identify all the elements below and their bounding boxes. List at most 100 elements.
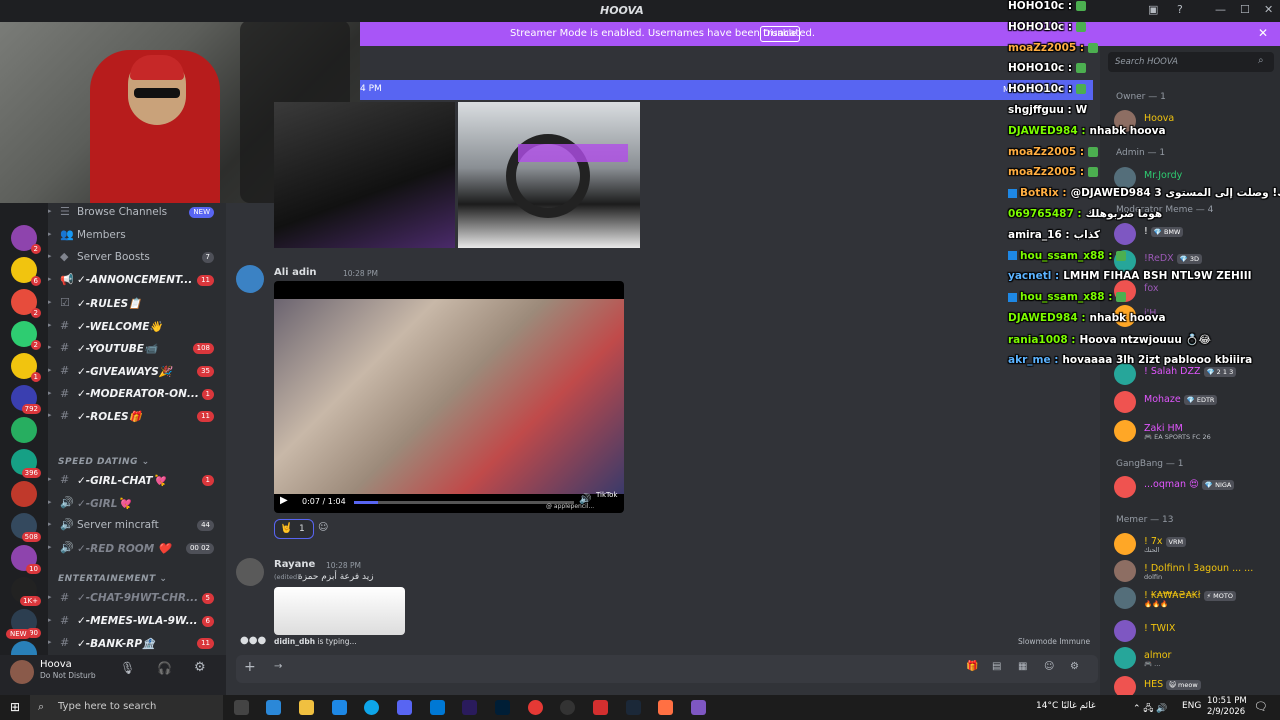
channel-item[interactable]: ▸ # ✓-BANK-RP🏦 11	[48, 634, 226, 654]
server-icon[interactable]: 6	[11, 257, 41, 286]
task-view-icon[interactable]	[234, 700, 249, 715]
microphone-icon[interactable]: 🎙	[120, 661, 135, 675]
app-launcher-icon[interactable]: →	[274, 661, 282, 672]
member-item[interactable]: ! ₭₳₩₳₴₳₭ł ⚡ MOTO 🔥🔥🔥	[1114, 587, 1274, 609]
search-box[interactable]: Search HOOVA ⌕	[1108, 52, 1274, 72]
reaction-button[interactable]: 🤘 1	[274, 519, 314, 539]
member-item[interactable]: ...oqman 😍 💎 NIGA	[1114, 476, 1274, 498]
channel-item[interactable]: ▸ 📢 ✓-ANNONCEMENT... 11	[48, 271, 226, 291]
add-attachment-icon[interactable]: +	[244, 659, 256, 675]
settings-gear-icon[interactable]: ⚙	[194, 660, 206, 675]
gif-icon[interactable]: ▤	[992, 661, 1001, 672]
discord-taskbar-icon[interactable]	[397, 700, 412, 715]
channel-item[interactable]: ▸ # ✓-GIVEAWAYS🎉 35	[48, 362, 226, 382]
outlook-icon[interactable]	[430, 700, 445, 715]
premiere-icon[interactable]	[462, 700, 477, 715]
message-input[interactable]: + → 🎁 ▤ ▦ ☺ ⚙	[236, 655, 1098, 683]
server-icon[interactable]: 508	[11, 513, 41, 542]
server-icon[interactable]: 2	[11, 289, 41, 318]
server-icon[interactable]	[11, 481, 37, 507]
windows-start-icon[interactable]: ⊞	[10, 700, 20, 714]
new-messages-bar[interactable]: 4 PM Mark As Read	[360, 80, 1093, 100]
taskbar-search-input[interactable]: Type here to search	[58, 701, 156, 712]
obs-icon[interactable]	[560, 700, 575, 715]
member-item[interactable]: Mr.Jordy	[1114, 167, 1274, 189]
category-speed-dating[interactable]: SPEED DATING ⌄	[58, 457, 150, 467]
file-explorer-icon[interactable]	[299, 700, 314, 715]
channel-item[interactable]: ▸ # ✓-MODERATOR-ON... 1	[48, 385, 226, 405]
server-icon[interactable]: 1	[11, 353, 41, 382]
channel-item[interactable]: ▸ 🔊 ✓-RED ROOM ❤️ 00 02	[48, 539, 226, 559]
clock-time[interactable]: 10:51 PM	[1207, 696, 1247, 706]
message-author[interactable]: Ali adin	[274, 267, 317, 278]
server-icon[interactable]: 1K+	[11, 577, 41, 606]
channel-item[interactable]: ▸ # ✓-ROLES🎁 11	[48, 407, 226, 427]
app-icon[interactable]	[658, 700, 673, 715]
channel-item[interactable]: ▸ 🔊 ✓-GIRL💘	[48, 494, 226, 514]
disable-streamer-button[interactable]: Disable	[760, 26, 800, 42]
close-banner-icon[interactable]: ✕	[1258, 26, 1268, 40]
store-icon[interactable]	[266, 700, 281, 715]
avatar[interactable]	[10, 660, 34, 684]
server-icon[interactable]	[11, 417, 37, 443]
gift-icon[interactable]: 🎁	[966, 661, 978, 672]
weather-widget[interactable]: 14°C غائم غالبًا	[1036, 701, 1096, 711]
photoshop-icon[interactable]	[495, 700, 510, 715]
member-item[interactable]: ! TWIX	[1114, 620, 1274, 642]
headphones-icon[interactable]: 🎧	[157, 661, 172, 675]
member-item[interactable]: ! 💎 BMW	[1114, 223, 1274, 245]
close-window-button[interactable]: ✕	[1264, 3, 1273, 16]
inbox-icon[interactable]: ▣	[1148, 3, 1158, 16]
channel-item[interactable]: ▸ ☑ ✓-RULES📋	[48, 294, 226, 314]
taskbar-search-box[interactable]: ⌕ Type here to search	[30, 695, 223, 720]
avatar[interactable]	[236, 558, 264, 586]
video-progress-track[interactable]	[354, 501, 574, 504]
new-servers-badge[interactable]: NEW	[6, 629, 31, 639]
language-indicator[interactable]: ENG	[1182, 701, 1201, 711]
maximize-button[interactable]: ☐	[1240, 3, 1250, 16]
notifications-icon[interactable]: 🗨	[1254, 700, 1268, 713]
member-item[interactable]: Mohaze 💎 EDTR	[1114, 391, 1274, 413]
server-icon[interactable]: 10	[11, 545, 41, 574]
channel-item[interactable]: ▸ # ✓-YOUTUBE📹 108	[48, 339, 226, 359]
server-icon[interactable]: 2	[11, 225, 41, 254]
channel-item[interactable]: ▸ 🔊 Server mincraft 44	[48, 516, 226, 536]
minimize-button[interactable]: —	[1215, 3, 1226, 16]
message-author[interactable]: Rayane	[274, 559, 315, 570]
channel-item[interactable]: ▸ # ✓-GIRL-CHAT💘 1	[48, 471, 226, 491]
mail-icon[interactable]	[332, 700, 347, 715]
emoji-icon[interactable]: ☺	[1044, 661, 1054, 672]
channel-item[interactable]: ▸ # ✓-MEMES-WLA-9W... 6	[48, 612, 226, 632]
steam-icon[interactable]	[626, 700, 641, 715]
chrome-icon[interactable]	[528, 700, 543, 715]
server-icon[interactable]: 396	[11, 449, 41, 478]
search-input[interactable]: Search HOOVA	[1115, 57, 1178, 67]
server-icon[interactable]: 2	[11, 321, 41, 350]
help-icon[interactable]: ?	[1177, 3, 1183, 16]
member-item[interactable]: ! 7x VRM الحنك	[1114, 533, 1274, 555]
edge-icon[interactable]	[364, 700, 379, 715]
sticker-icon[interactable]: ▦	[1018, 661, 1027, 672]
channel-item[interactable]: ▸ ◆ Server Boosts 7	[48, 248, 226, 268]
play-icon[interactable]: ▶	[280, 495, 288, 506]
tray-icons[interactable]: ⌃ 🖧 🔊	[1133, 701, 1168, 717]
channel-item[interactable]: ▸ # ✓-CHAT-9HWT-CHR... 5	[48, 589, 226, 609]
member-item[interactable]: ! Salah DZZ 💎 2 1 3	[1114, 363, 1274, 385]
server-icon[interactable]: 792	[11, 385, 41, 414]
avatar[interactable]	[236, 265, 264, 293]
member-item[interactable]: !ReDX 💎 3D	[1114, 250, 1274, 272]
image-attachment[interactable]	[274, 587, 405, 635]
clock-date[interactable]: 2/9/2026	[1207, 707, 1245, 717]
category-entertainement[interactable]: ENTERTAINEMENT ⌄	[58, 574, 167, 584]
app-icon[interactable]	[593, 700, 608, 715]
member-item[interactable]: ! Dolfinn l 3agoun ... ... dolfin	[1114, 560, 1274, 582]
member-item[interactable]: fox	[1114, 280, 1274, 302]
channel-item[interactable]: ▸ 👥 Members	[48, 226, 226, 246]
app-icon[interactable]	[691, 700, 706, 715]
channel-item[interactable]: ▸ # ✓-WELCOME👋	[48, 317, 226, 337]
member-item[interactable]: Zaki HM 🎮 EA SPORTS FC 26	[1114, 420, 1274, 442]
video-player[interactable]: ▶ 0:07 / 1:04 🔊 TikTok @ applepencil...	[274, 281, 624, 513]
add-reaction-icon[interactable]: ☺	[318, 522, 328, 533]
member-item[interactable]: almor 🎮 ...	[1114, 647, 1274, 669]
channel-item[interactable]: ▸ ☰ Browse Channels NEW	[48, 203, 226, 223]
